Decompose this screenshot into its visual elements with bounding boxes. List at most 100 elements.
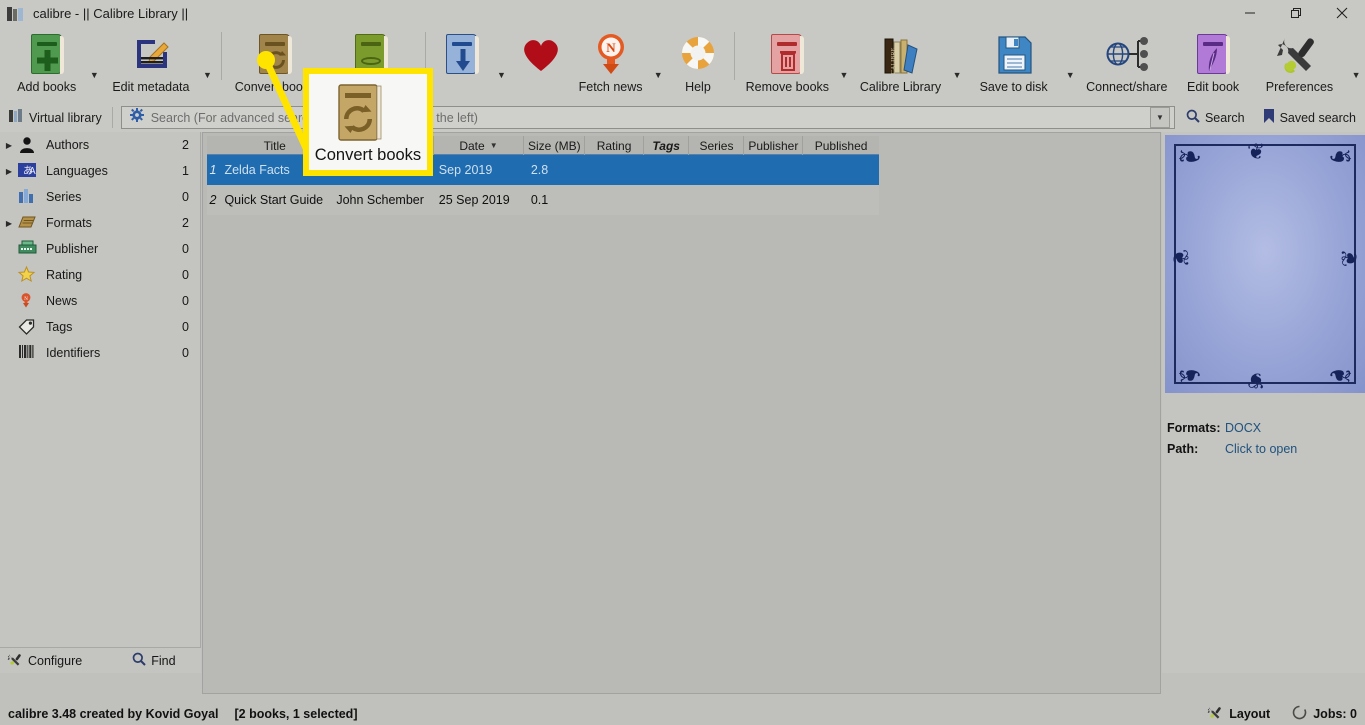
gear-icon[interactable] (129, 108, 144, 127)
toolbar-button-edit-metadata[interactable]: Edit metadata (103, 26, 198, 94)
window-controls (1227, 0, 1365, 26)
search-input[interactable]: Search (For advanced search click the ge… (120, 106, 1175, 129)
cover-ornament-icon: ❧ (1327, 141, 1353, 174)
fetch-news-menu-caret[interactable]: ▼ (649, 71, 667, 80)
formats-icon (18, 214, 40, 232)
book-cover-image[interactable]: ❧ ❧ ❧ ❧ ❦ ❦ ❦ ❦ (1165, 135, 1365, 393)
cell-rating (586, 155, 645, 185)
toolbar-button-add-books[interactable]: Add books (8, 26, 85, 94)
toolbar-label: Calibre Library (859, 80, 942, 94)
sort-descending-icon: ▼ (489, 141, 498, 150)
cell-publisher (745, 155, 804, 185)
sidebar-count: 0 (182, 320, 189, 334)
sidebar-count: 0 (182, 268, 189, 282)
virtual-library-button[interactable]: Virtual library (0, 105, 112, 130)
jobs-spinner-icon (1292, 705, 1307, 723)
book-details-metadata: Formats: DOCX Path: Click to open (1167, 417, 1362, 459)
find-label: Find (151, 653, 176, 668)
toolbar-label: Edit book (1187, 80, 1240, 94)
status-bar-left: calibre 3.48 created by Kovid Goyal [2 b… (0, 707, 357, 721)
column-header-publisher[interactable]: Publisher (744, 136, 804, 155)
row-number: 2 (209, 193, 217, 207)
sidebar-item-formats[interactable]: ▶ Formats 2 (0, 210, 200, 236)
toolbar-button-connect-share[interactable]: Connect/share (1079, 26, 1174, 94)
toolbar-button-edit-book[interactable]: Edit book (1174, 26, 1251, 94)
sidebar-label: Authors (46, 138, 90, 152)
cell-rating (586, 185, 645, 215)
column-header-rating[interactable]: Rating (585, 136, 644, 155)
column-header-series[interactable]: Series (689, 136, 745, 155)
expand-arrow-icon[interactable]: ▶ (0, 219, 18, 228)
table-row[interactable]: 2 Quick Start Guide John Schember 25 Sep… (207, 185, 879, 215)
maximize-icon[interactable] (1273, 0, 1319, 26)
news-icon: N (18, 292, 40, 310)
cover-ornament-icon: ❧ (1177, 358, 1203, 391)
save-to-disk-menu-caret[interactable]: ▼ (1061, 71, 1079, 80)
cover-frame (1174, 144, 1356, 384)
sidebar-count: 0 (182, 242, 189, 256)
column-header-tags[interactable]: Tags (644, 136, 690, 155)
add-books-menu-caret[interactable]: ▼ (85, 71, 103, 80)
column-header-size[interactable]: Size (MB) (524, 136, 586, 155)
toolbar-button-preferences[interactable]: Preferences (1252, 26, 1347, 94)
saved-search-button[interactable]: Saved search (1254, 109, 1365, 126)
sidebar-item-news[interactable]: N News 0 (0, 288, 200, 314)
status-bar-right: Layout Jobs: 0 (1207, 705, 1357, 723)
toolbar-button-save-to-disk[interactable]: Save to disk (966, 26, 1061, 94)
cell-date: Sep 2019 (438, 163, 493, 177)
sidebar-item-authors[interactable]: ▶ Authors 2 (0, 132, 200, 158)
sidebar-item-publisher[interactable]: Publisher 0 (0, 236, 200, 262)
chevron-down-icon[interactable]: ▼ (1149, 107, 1170, 128)
formats-value[interactable]: DOCX (1225, 421, 1261, 435)
sidebar-item-series[interactable]: Series 0 (0, 184, 200, 210)
toolbar-label: Add books (17, 80, 77, 94)
remove-books-icon (764, 31, 810, 77)
toolbar-separator (221, 32, 223, 80)
toolbar-label: Fetch news (578, 80, 643, 94)
cell-series (690, 155, 745, 185)
sidebar-label: Series (46, 190, 82, 204)
remove-books-menu-caret[interactable]: ▼ (835, 71, 853, 80)
get-books-menu-caret[interactable]: ▼ (492, 71, 510, 80)
find-button[interactable]: Find (124, 652, 183, 669)
edit-metadata-menu-caret[interactable]: ▼ (199, 71, 217, 80)
toolbar-button-fetch-news[interactable]: N Fetch news (572, 26, 649, 94)
configure-button[interactable]: Configure (0, 652, 90, 670)
selection-text: [2 books, 1 selected] (234, 706, 358, 721)
preferences-menu-caret[interactable]: ▼ (1347, 71, 1365, 80)
column-header-date[interactable]: Date ▼ (434, 136, 525, 155)
callout-convert-books: Convert books (303, 68, 433, 176)
book-list-area[interactable]: Title Author(s) Date ▼ Size (MB) Rating … (202, 132, 1161, 694)
cell-published (803, 185, 879, 215)
toolbar-button-help[interactable]: Help (667, 26, 729, 94)
toolbar-label: Remove books (745, 80, 830, 94)
toolbar-button-calibre-library[interactable]: CALIBRE Calibre Library (853, 26, 948, 94)
toolbar-label: Preferences (1265, 80, 1334, 94)
toolbar-label: Help (685, 80, 711, 94)
toolbar-button-donate[interactable] (510, 26, 572, 80)
cover-ornament-icon: ❦ (1168, 248, 1194, 268)
svg-text:N: N (606, 40, 616, 55)
close-icon[interactable] (1319, 0, 1365, 26)
path-value[interactable]: Click to open (1225, 442, 1297, 456)
layout-button[interactable]: Layout (1207, 705, 1270, 723)
languages-icon: あ A (18, 162, 40, 180)
sidebar-item-tags[interactable]: Tags 0 (0, 314, 200, 340)
jobs-button[interactable]: Jobs: 0 (1292, 705, 1357, 723)
sidebar-item-identifiers[interactable]: Identifiers 0 (0, 340, 200, 366)
search-icon (132, 652, 146, 669)
toolbar-label: Edit metadata (112, 80, 190, 94)
configure-label: Configure (28, 653, 83, 668)
calibre-library-menu-caret[interactable]: ▼ (948, 71, 966, 80)
expand-arrow-icon[interactable]: ▶ (0, 167, 18, 176)
sidebar-item-rating[interactable]: Rating 0 (0, 262, 200, 288)
calibre-library-icon: CALIBRE (877, 31, 923, 77)
toolbar-button-get-books[interactable] (431, 26, 493, 80)
cell-title: Quick Start Guide (224, 193, 324, 207)
sidebar-item-languages[interactable]: ▶ あ A Languages 1 (0, 158, 200, 184)
toolbar-button-remove-books[interactable]: Remove books (740, 26, 835, 94)
search-button[interactable]: Search (1177, 109, 1254, 126)
expand-arrow-icon[interactable]: ▶ (0, 141, 18, 150)
column-header-published[interactable]: Published (803, 136, 879, 155)
minimize-icon[interactable] (1227, 0, 1273, 26)
